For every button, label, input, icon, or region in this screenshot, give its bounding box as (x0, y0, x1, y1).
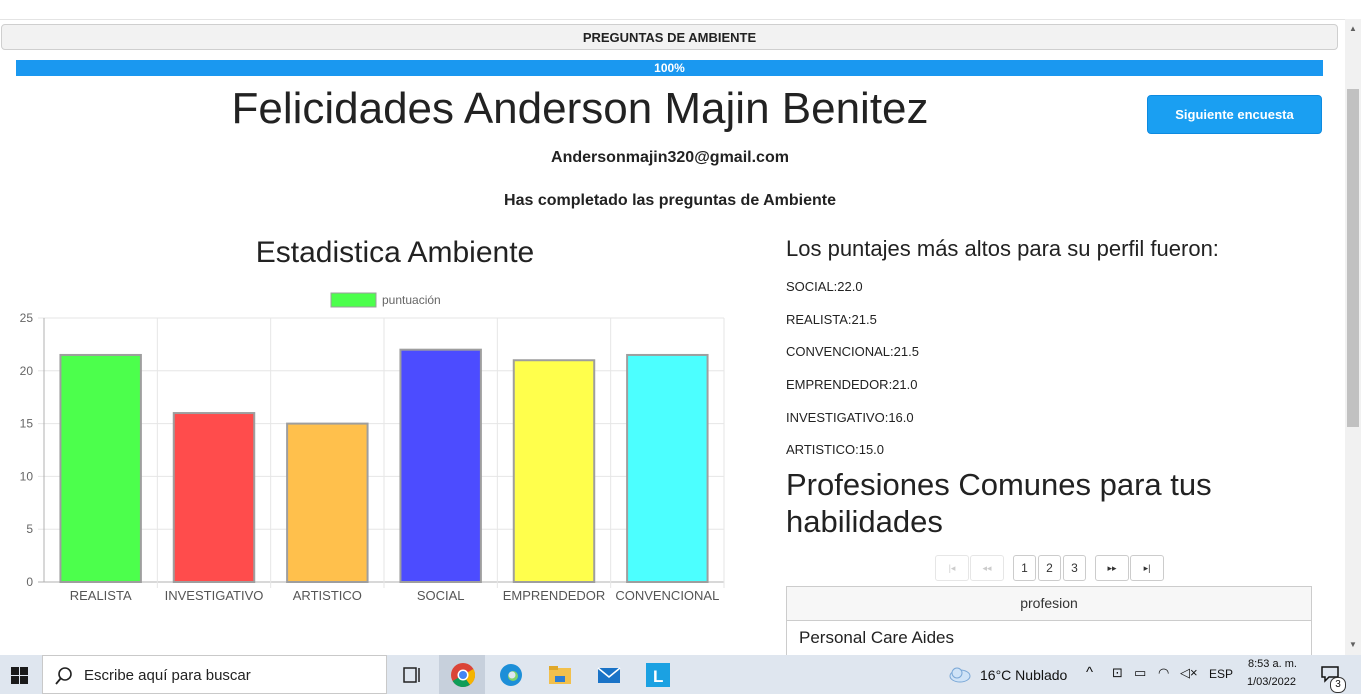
app-l-icon[interactable]: L (645, 662, 671, 688)
y-tick-label: 15 (20, 417, 34, 431)
clock-time[interactable]: 8:53 a. m. (1248, 658, 1297, 670)
professions-table: profesion Personal Care Aides (786, 586, 1312, 658)
score-item: CONVENCIONAL:21.5 (786, 344, 919, 359)
bar (626, 353, 709, 583)
y-tick-label: 20 (20, 364, 34, 378)
bar (512, 359, 596, 583)
scores-title: Los puntajes más altos para su perfil fu… (786, 236, 1219, 261)
professions-title: Profesiones Comunes para tus habilidades (786, 467, 1212, 539)
scroll-down-icon[interactable]: ▼ (1345, 637, 1361, 653)
cloud-icon (949, 667, 971, 683)
page-title: Felicidades Anderson Majin Benitez (231, 84, 929, 133)
score-item: ARTISTICO:15.0 (786, 442, 885, 457)
bar (399, 348, 482, 584)
scroll-up-icon[interactable]: ▲ (1345, 21, 1361, 37)
vertical-scrollbar[interactable]: ▲ ▼ (1345, 19, 1361, 655)
chevron-up-icon[interactable]: ^ (1086, 664, 1093, 681)
progress-bar: 100% (16, 60, 1323, 76)
bar (286, 422, 369, 583)
progress-label: 100% (654, 61, 685, 75)
browser-top-strip (0, 0, 1345, 20)
y-tick-label: 25 (20, 311, 34, 325)
page-3-button[interactable]: 3 (1063, 555, 1086, 581)
chart-title: Estadistica Ambiente (255, 236, 535, 269)
chrome-icon (451, 663, 476, 688)
prev-page-button[interactable]: ◂◂ (970, 555, 1004, 581)
completion-message: Has completado las preguntas de Ambiente (504, 192, 836, 209)
search-placeholder: Escribe aquí para buscar (84, 667, 251, 684)
scroll-thumb[interactable] (1347, 89, 1359, 427)
x-tick-label: EMPRENDEDOR (503, 588, 606, 603)
meet-now-icon[interactable]: ⊡ (1112, 665, 1123, 681)
page-2-button[interactable]: 2 (1038, 555, 1061, 581)
mail-icon[interactable] (596, 662, 622, 688)
y-tick-label: 0 (26, 575, 33, 589)
score-item: EMPRENDEDOR:21.0 (786, 377, 918, 392)
table-row[interactable]: Personal Care Aides (787, 621, 1311, 657)
section-header: PREGUNTAS DE AMBIENTE (1, 24, 1338, 50)
bar (59, 353, 142, 583)
y-tick-label: 10 (20, 469, 34, 483)
next-survey-button[interactable]: Siguiente encuesta (1147, 95, 1322, 134)
battery-icon[interactable]: ▭ (1134, 665, 1146, 681)
page-1-button[interactable]: 1 (1013, 555, 1036, 581)
x-tick-label: SOCIAL (417, 588, 465, 603)
x-tick-label: REALISTA (70, 588, 132, 603)
x-tick-label: INVESTIGATIVO (165, 588, 264, 603)
chrome-taskbar-button[interactable] (439, 655, 485, 694)
windows-start-icon[interactable] (11, 667, 28, 684)
legend-swatch (330, 292, 377, 308)
y-tick-label: 5 (26, 522, 33, 536)
legend-label: puntuación (382, 293, 441, 307)
score-item: REALISTA:21.5 (786, 312, 877, 327)
language-indicator[interactable]: ESP (1209, 667, 1233, 681)
task-view-icon[interactable] (400, 662, 426, 688)
notification-count-badge: 3 (1330, 677, 1346, 693)
last-page-button[interactable]: ▸| (1130, 555, 1164, 581)
windows-taskbar: Escribe aquí para buscar L 16°C Nublado … (0, 655, 1361, 694)
wifi-icon[interactable]: ◠ (1158, 665, 1169, 681)
weather-text[interactable]: 16°C Nublado (980, 667, 1067, 683)
svg-text:L: L (653, 667, 663, 686)
bar (172, 412, 256, 583)
edge-icon[interactable] (498, 662, 524, 688)
score-item: INVESTIGATIVO:16.0 (786, 410, 914, 425)
next-page-button[interactable]: ▸▸ (1095, 555, 1129, 581)
x-tick-label: CONVENCIONAL (615, 588, 719, 603)
speaker-muted-icon[interactable]: ◁× (1180, 665, 1198, 681)
x-tick-label: ARTISTICO (293, 588, 362, 603)
user-email: Andersonmajin320@gmail.com (551, 149, 789, 166)
table-header-profesion[interactable]: profesion (787, 587, 1311, 621)
bar-chart: 0 5 10 15 20 25 REALISTA INVESTIGATIVO ARTISTICO… (20, 292, 725, 603)
search-icon (55, 667, 72, 685)
taskbar-search-box[interactable]: Escribe aquí para buscar (42, 655, 387, 694)
score-item: SOCIAL:22.0 (786, 279, 863, 294)
file-explorer-icon[interactable] (547, 662, 573, 688)
clock-date[interactable]: 1/03/2022 (1247, 676, 1296, 688)
first-page-button[interactable]: |◂ (935, 555, 969, 581)
